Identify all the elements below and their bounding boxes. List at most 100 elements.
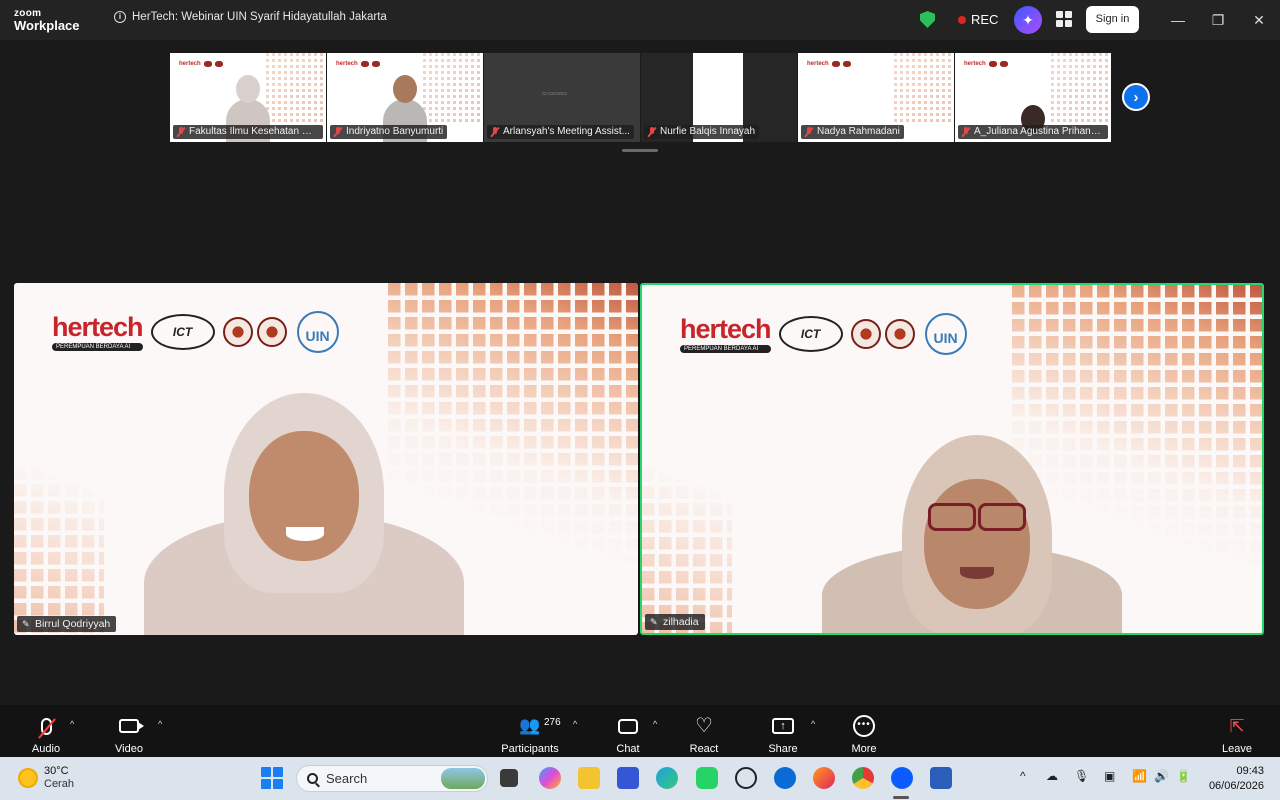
- map-logo: [222, 314, 289, 350]
- participant-name: Indriyatno Banyumurti: [330, 125, 448, 139]
- participant-thumbnail[interactable]: hertech A_Juliana Agustina Prihand...: [955, 53, 1111, 142]
- task-view-icon[interactable]: [500, 769, 518, 787]
- temperature: 30°C: [44, 765, 69, 777]
- chat-button[interactable]: Chat: [610, 705, 646, 757]
- audio-options-chevron-icon[interactable]: ^: [70, 719, 74, 729]
- muted-mic-icon: [334, 127, 342, 137]
- participant-name: Nurfie Balqis Innayah: [644, 125, 760, 139]
- participant-thumbnail[interactable]: hertech Indriyatno Banyumurti: [327, 53, 483, 142]
- participant-name: Fakultas Ilmu Kesehatan UI...: [173, 125, 323, 139]
- zoom-app-icon[interactable]: [891, 767, 913, 789]
- muted-mic-icon: [648, 127, 656, 137]
- system-clock[interactable]: 09:43 06/06/2026: [1204, 764, 1264, 794]
- cloud-sync-icon[interactable]: ☁: [1046, 769, 1058, 783]
- ai-companion-button[interactable]: ✦: [1014, 6, 1042, 34]
- video-tile-left[interactable]: hertech PEREMPUAN BERDAYA AI ICT UIN ✎ B…: [14, 283, 638, 635]
- screen-icon[interactable]: ▣: [1104, 769, 1115, 783]
- strip-resize-handle[interactable]: [622, 149, 658, 152]
- uin-logo: UIN: [296, 311, 339, 353]
- participant-thumbnail-strip: hertech Fakultas Ilmu Kesehatan UI... he…: [170, 53, 1155, 142]
- participant-thumbnail[interactable]: Nurfie Balqis Innayah: [641, 53, 797, 142]
- wifi-icon[interactable]: 📶: [1132, 769, 1147, 783]
- leave-icon: ⇱: [1229, 715, 1245, 736]
- mic-muted-icon: [40, 717, 52, 735]
- uin-logo: UIN: [924, 313, 967, 355]
- close-icon[interactable]: ✕: [1249, 10, 1269, 30]
- record-dot-icon: [958, 15, 966, 24]
- microphone-icon[interactable]: 🎙: [1074, 769, 1089, 783]
- leave-button[interactable]: ⇱ Leave: [1218, 705, 1256, 757]
- logo-workplace-text: Workplace: [14, 18, 80, 33]
- battery-icon[interactable]: 🔋: [1176, 769, 1191, 783]
- meeting-title-text: HerTech: Webinar UIN Syarif Hidayatullah…: [132, 11, 387, 23]
- weather-widget[interactable]: 30°C Cerah: [18, 765, 74, 791]
- hertech-tagline: PEREMPUAN BERDAYA AI: [52, 342, 143, 351]
- apps-grid-icon[interactable]: [1056, 11, 1072, 27]
- chat-options-chevron-icon[interactable]: ^: [653, 719, 657, 729]
- chat-icon: [618, 718, 638, 734]
- firefox-icon[interactable]: [813, 767, 835, 789]
- hertech-logo: hertech: [680, 313, 772, 344]
- participants-options-chevron-icon[interactable]: ^: [573, 719, 577, 729]
- chrome-icon[interactable]: [852, 767, 874, 789]
- windows-start-icon[interactable]: [261, 767, 283, 789]
- muted-mic-icon: [805, 127, 813, 137]
- search-placeholder: Search: [326, 771, 368, 786]
- participant-thumbnail[interactable]: hertech Fakultas Ilmu Kesehatan UI...: [170, 53, 326, 142]
- security-shield-icon[interactable]: [920, 11, 935, 28]
- sun-icon: [18, 768, 38, 788]
- more-button[interactable]: ••• More: [846, 705, 882, 757]
- muted-mic-icon: [177, 127, 185, 137]
- recording-indicator[interactable]: REC: [958, 12, 998, 27]
- microsoft-store-icon[interactable]: [617, 767, 639, 789]
- next-page-button[interactable]: ›: [1122, 83, 1150, 111]
- edge-icon[interactable]: [656, 767, 678, 789]
- share-options-chevron-icon[interactable]: ^: [811, 719, 815, 729]
- zoom-logo: zoom Workplace: [14, 9, 80, 33]
- copilot-icon[interactable]: [539, 767, 561, 789]
- taskbar-search[interactable]: Search: [296, 765, 488, 792]
- whatsapp-icon[interactable]: [696, 767, 718, 789]
- participant-name: A_Juliana Agustina Prihand...: [958, 125, 1108, 139]
- video-tile-active-speaker[interactable]: hertech PEREMPUAN BERDAYA AI ICT UIN ✎ z…: [640, 283, 1264, 635]
- share-screen-icon: ↑: [772, 718, 794, 734]
- clock-time: 09:43: [1236, 765, 1264, 777]
- rec-label: REC: [971, 12, 999, 27]
- more-icon: •••: [853, 715, 875, 737]
- audio-button[interactable]: Audio: [22, 705, 70, 757]
- file-explorer-icon[interactable]: [578, 767, 600, 789]
- participant-video: [144, 393, 464, 635]
- info-icon[interactable]: i: [114, 11, 126, 23]
- react-button[interactable]: ♡ React: [686, 705, 722, 757]
- sign-in-button[interactable]: Sign in: [1086, 6, 1139, 33]
- participant-name: Nadya Rahmadani: [801, 125, 904, 139]
- event-branding: hertech PEREMPUAN BERDAYA AI ICT UIN: [680, 313, 967, 355]
- camera-icon: [119, 719, 144, 733]
- participants-button[interactable]: 👥 276 Participants: [500, 705, 560, 757]
- video-options-chevron-icon[interactable]: ^: [158, 719, 162, 729]
- participant-thumbnail[interactable]: ▭ ▭▭▭▭ Arlansyah's Meeting Assist...: [484, 53, 640, 142]
- participants-icon: 👥: [519, 716, 541, 735]
- active-app-indicator: [893, 796, 909, 799]
- title-bar: zoom Workplace i HerTech: Webinar UIN Sy…: [0, 0, 1280, 40]
- volume-icon[interactable]: 🔊: [1154, 769, 1169, 783]
- hertech-logo: hertech: [52, 311, 144, 342]
- meeting-title[interactable]: i HerTech: Webinar UIN Syarif Hidayatull…: [114, 11, 387, 23]
- participant-thumbnail[interactable]: hertech Nadya Rahmadani: [798, 53, 954, 142]
- muted-mic-icon: [491, 127, 499, 137]
- screen-preview: ▭ ▭▭▭▭: [542, 91, 568, 97]
- minimize-icon[interactable]: —: [1168, 10, 1188, 30]
- hp-icon[interactable]: [774, 767, 796, 789]
- video-button[interactable]: Video: [106, 705, 152, 757]
- ict-watch-logo: ICT: [150, 314, 215, 350]
- share-button[interactable]: ↑ Share: [764, 705, 802, 757]
- restore-icon[interactable]: ❐: [1208, 10, 1228, 30]
- pin-icon: ✎: [22, 619, 30, 629]
- pin-icon: ✎: [650, 617, 658, 627]
- word-icon[interactable]: [930, 767, 952, 789]
- participant-video: [822, 435, 1122, 633]
- show-hidden-icons-chevron-icon[interactable]: ^: [1020, 769, 1026, 783]
- participant-name: Arlansyah's Meeting Assist...: [487, 125, 634, 139]
- ict-watch-logo: ICT: [778, 316, 843, 352]
- chatgpt-icon[interactable]: [735, 767, 757, 789]
